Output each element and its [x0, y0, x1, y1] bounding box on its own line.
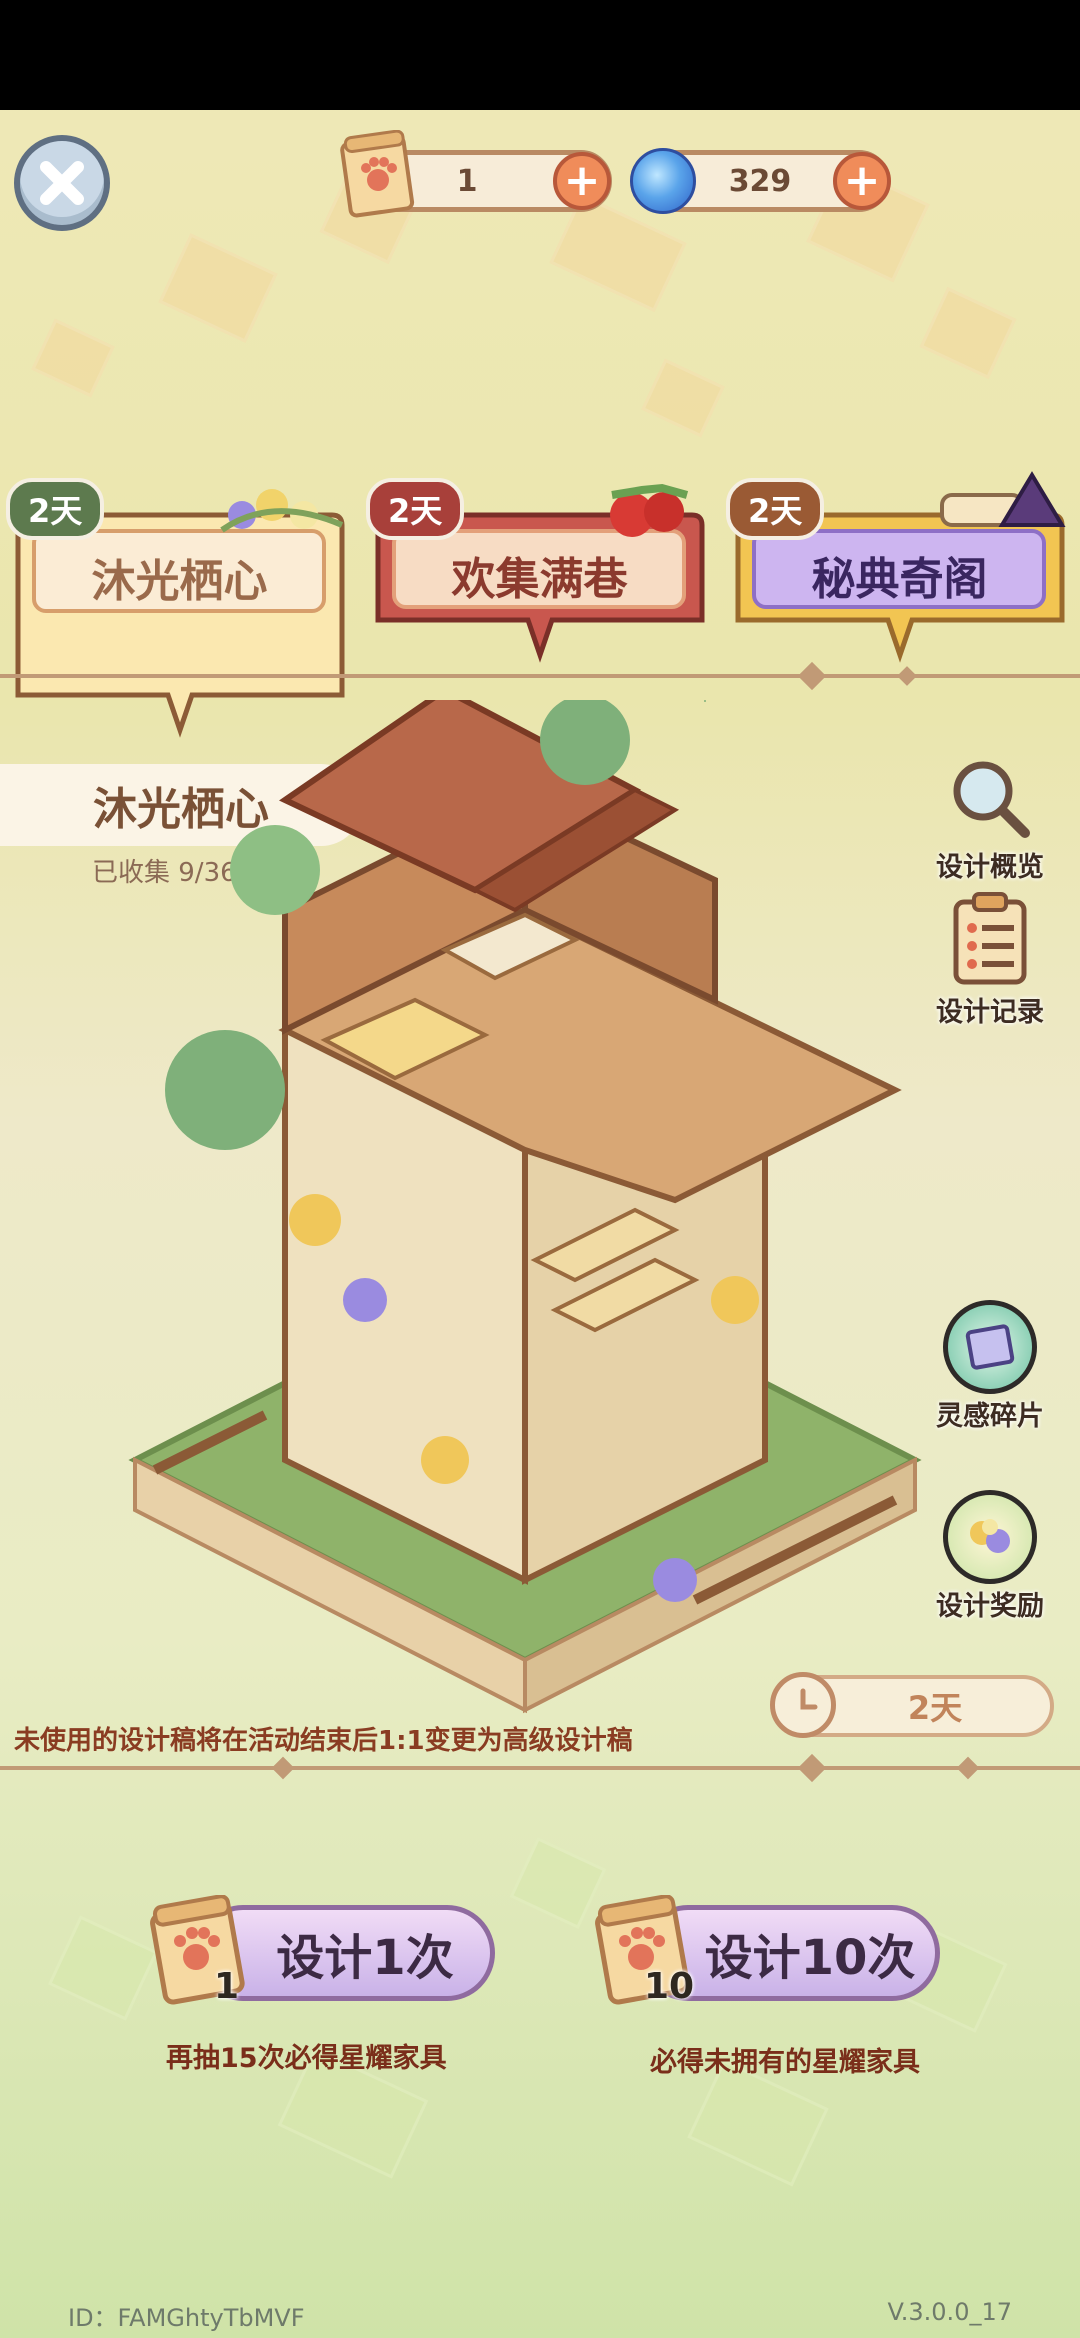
divider-ornament [271, 1756, 295, 1780]
design-overview-label: 设计概览 [936, 852, 1044, 883]
design-ticket-icon [340, 130, 415, 218]
bg-decoration [919, 287, 1017, 379]
badge-text: 2天 [748, 492, 803, 530]
tab-timer-badge: 2天 [726, 478, 825, 540]
version-label: V.3.0.0_17 [887, 2298, 1012, 2326]
close-button[interactable] [14, 135, 110, 231]
clock-icon [770, 1672, 836, 1738]
bg-decoration [31, 318, 115, 398]
draw-once-label: 设计1次 [276, 1930, 454, 1986]
event-timer-text: 2天 [907, 1689, 963, 1727]
spiral-orb-icon [630, 148, 696, 214]
close-icon [40, 161, 84, 205]
magnifier-icon [953, 761, 1030, 838]
player-id: ID：FAMGhtyTbMVF [68, 2304, 305, 2332]
tab-label: 欢集满巷 [451, 554, 628, 605]
bg-decoration [509, 1837, 607, 1929]
tab-label: 沐光栖心 [91, 556, 268, 607]
divider-ornament [897, 666, 917, 686]
draw-ten-hint: 必得未拥有的星耀家具 [650, 2047, 920, 2078]
flower-decoration-icon [220, 489, 344, 533]
add-tickets-button[interactable]: + [553, 152, 611, 210]
design-records-label: 设计记录 [936, 997, 1044, 1028]
divider-ornament [797, 1753, 827, 1783]
flower-reward-icon [943, 1490, 1037, 1584]
bg-decoration [641, 358, 725, 438]
ticket-count: 1 [456, 163, 478, 199]
tab-label: 秘典奇阁 [811, 554, 988, 605]
design-records-button[interactable]: 设计记录 [930, 890, 1050, 1029]
inspiration-fragments-label: 灵感碎片 [936, 1401, 1044, 1432]
conversion-notice: 未使用的设计稿将在活动结束后1:1变更为高级设计稿 [14, 1726, 633, 1756]
tab-timer-badge: 2天 [6, 478, 105, 540]
house-illustration [128, 700, 922, 1714]
design-rewards-label: 设计奖励 [936, 1591, 1044, 1622]
draw-once-cost: 1 [214, 1966, 240, 2007]
bg-decoration [47, 1915, 159, 2021]
strawberry-decoration-icon [610, 483, 689, 537]
clipboard-icon [953, 892, 1027, 985]
draw-ten-cost: 10 [644, 1966, 695, 2007]
orb-count: 329 [728, 163, 792, 199]
badge-text: 2天 [28, 492, 83, 530]
inspiration-fragments-button[interactable]: 灵感碎片 [920, 1300, 1060, 1433]
bg-decoration [158, 233, 278, 343]
draw-ten-label: 设计10次 [704, 1930, 916, 1986]
fragment-map-icon [943, 1300, 1037, 1394]
divider-ornament [956, 1756, 980, 1780]
wizard-hat-decoration-icon [940, 471, 1066, 527]
badge-text: 2天 [388, 492, 443, 530]
draw-once-hint: 再抽15次必得星耀家具 [166, 2043, 447, 2074]
add-orbs-button[interactable]: + [833, 152, 891, 210]
divider-ornament [797, 661, 827, 691]
divider [0, 674, 1080, 678]
design-overview-button[interactable]: 设计概览 [930, 755, 1050, 884]
tab-timer-badge: 2天 [366, 478, 465, 540]
design-rewards-button[interactable]: 设计奖励 [915, 1490, 1065, 1623]
divider [0, 1766, 1080, 1770]
status-bar [0, 0, 1080, 110]
